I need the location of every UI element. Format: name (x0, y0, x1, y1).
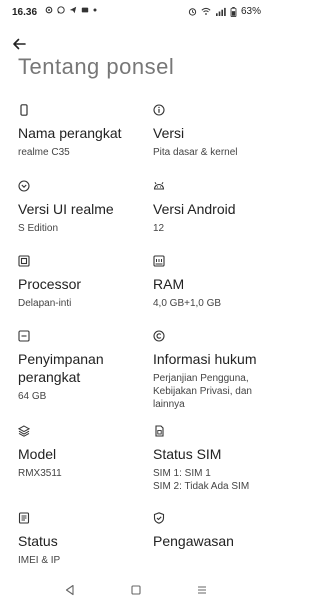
item-value: RMX3511 (18, 468, 62, 479)
layers-icon (18, 425, 30, 437)
wifi-icon (201, 7, 211, 15)
item-processor[interactable]: Processor Delapan-inti (18, 255, 138, 310)
status-bar: 16.36 63% (0, 0, 272, 24)
battery-icon (230, 6, 237, 17)
item-value: 4,0 GB+1,0 GB (153, 298, 222, 309)
nav-back-icon[interactable] (63, 583, 77, 597)
item-version[interactable]: Versi Pita dasar & kernel (153, 104, 273, 159)
message-icon (81, 7, 89, 13)
document-icon (18, 512, 30, 524)
item-label: Pengawasan (153, 533, 234, 549)
shield-icon (153, 512, 165, 524)
item-sim-status[interactable]: Status SIM SIM 1: SIM 1 SIM 2: Tidak Ada… (153, 425, 273, 493)
item-label: Versi UI realme (18, 201, 114, 217)
item-supervision[interactable]: Pengawasan (153, 512, 273, 550)
telegram-icon (69, 6, 77, 14)
nav-menu-icon[interactable] (195, 583, 209, 597)
gear-icon (45, 6, 53, 14)
ram-icon (153, 255, 165, 267)
item-storage[interactable]: Penyimpanan perangkat 64 GB (18, 330, 138, 403)
status-right: 63% (188, 6, 261, 17)
item-value: realme C35 (18, 147, 70, 158)
dot-icon (93, 8, 97, 12)
alarm-icon (188, 8, 197, 16)
item-ram[interactable]: RAM 4,0 GB+1,0 GB (153, 255, 273, 310)
item-android-version[interactable]: Versi Android 12 (153, 180, 273, 235)
info-icon (153, 104, 165, 116)
android-icon (153, 182, 165, 190)
battery-percentage: 63% (240, 6, 261, 17)
item-value: 64 GB (18, 391, 47, 402)
item-label: Nama perangkat (18, 125, 122, 141)
item-legal-info[interactable]: Informasi hukum Perjanjian Pengguna, Keb… (153, 330, 273, 411)
sim-icon (155, 425, 164, 437)
item-model[interactable]: Model RMX3511 (18, 425, 138, 480)
item-label: Penyimpanan perangkat (18, 351, 104, 385)
item-value-secondary: SIM 2: Tidak Ada SIM (153, 481, 250, 492)
item-value: IMEI & IP (18, 555, 61, 566)
item-label: Processor (18, 276, 82, 292)
item-label: Versi Android (153, 201, 236, 217)
item-ui-version[interactable]: Versi UI realme S Edition (18, 180, 138, 235)
item-value: S Edition (18, 223, 59, 234)
item-device-name[interactable]: Nama perangkat realme C35 (18, 104, 138, 159)
storage-icon (18, 330, 30, 342)
item-value: Delapan-inti (18, 298, 72, 309)
phone-icon (20, 104, 28, 116)
copyright-icon (153, 330, 165, 342)
page-title: Tentang ponsel (18, 54, 175, 79)
item-label: Status (18, 533, 58, 549)
navigation-bar (0, 575, 272, 607)
item-label: Versi (153, 125, 185, 141)
whatsapp-icon (57, 6, 65, 14)
item-label: RAM (153, 276, 185, 292)
signal-icon (215, 7, 226, 16)
chip-icon (18, 255, 30, 267)
item-status[interactable]: Status IMEI & IP (18, 512, 138, 567)
item-value: 12 (153, 223, 165, 234)
item-label: Model (18, 446, 57, 462)
item-value: SIM 1: SIM 1 (153, 468, 211, 479)
back-arrow-icon[interactable] (10, 35, 28, 53)
item-value: Perjanjian Pengguna, Kebijakan Privasi, … (153, 373, 252, 410)
item-label: Status SIM (153, 446, 222, 462)
nav-home-icon[interactable] (129, 583, 143, 597)
item-label: Informasi hukum (153, 351, 257, 367)
item-value: Pita dasar & kernel (153, 147, 238, 158)
status-time: 16.36 (12, 7, 38, 18)
chevron-circle-icon (18, 180, 30, 192)
notification-icons (45, 6, 97, 14)
